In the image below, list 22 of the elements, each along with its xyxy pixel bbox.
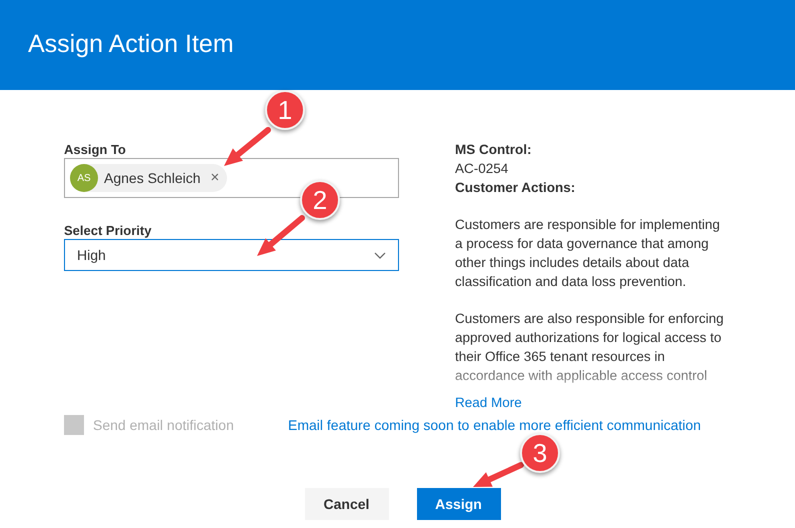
description-paragraph: Customers are responsible for implementing a process for data governance that among other things includes details about data classification and data loss prevention. (455, 216, 721, 291)
person-name: Agnes Schleich (104, 168, 201, 188)
checkbox-label: Send email notification (93, 416, 234, 434)
info-text: Email feature coming soon to enable more efficient communication (288, 416, 701, 435)
detail-label: Customer Actions: (455, 179, 576, 197)
step-badge: 1 (265, 90, 305, 130)
description-paragraph: Customers are also responsible for enforcing approved authorizations for logical access to their Office 365 tenant resources in accordance with applicable access control (455, 310, 725, 385)
priority-dropdown[interactable]: High (64, 239, 399, 271)
field-label: Select Priority (64, 222, 152, 239)
person-chip[interactable]: AS Agnes Schleich × (70, 164, 228, 192)
read-more-link[interactable]: Read More (455, 393, 731, 413)
step-badge: 3 (520, 433, 560, 473)
detail-label: MS Control: (455, 141, 532, 159)
chevron-down-icon (374, 252, 386, 258)
field-label: Assign To (64, 141, 127, 158)
detail-value: AC-0254 (455, 160, 510, 178)
cancel-button[interactable]: Cancel (304, 488, 388, 520)
remove-button[interactable]: × (210, 166, 220, 190)
assign-button[interactable]: Assign (416, 488, 500, 520)
avatar: AS (70, 164, 98, 192)
step-badge: 2 (300, 180, 340, 220)
dialog-title: Assign Action Item (28, 29, 234, 60)
